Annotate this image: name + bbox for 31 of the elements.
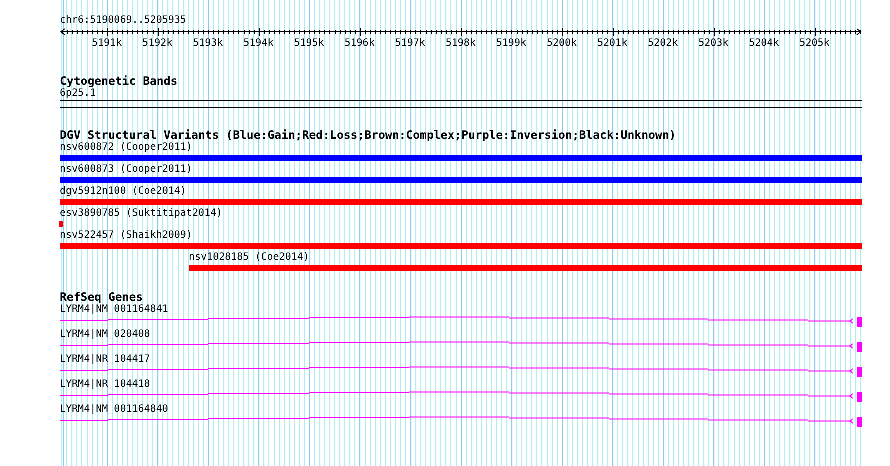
tick-label: 5201k <box>598 38 628 49</box>
tick-label: 5199k <box>496 38 526 49</box>
variant-label: nsv600872 (Cooper2011) <box>60 142 192 154</box>
gene-label: LYRM4|NM_001164840 <box>60 404 168 416</box>
tick-label: 5194k <box>244 38 274 49</box>
track-title: Cytogenetic Bands <box>60 75 178 88</box>
tick-label: 5197k <box>395 38 426 49</box>
location-label: chr6:5190069..5205935 <box>60 15 186 27</box>
tick-label: 5200k <box>546 38 578 49</box>
tick-label: 5195k <box>294 38 324 49</box>
gene-label: LYRM4|NM_020408 <box>60 329 150 341</box>
track-title: RefSeq Genes <box>60 291 144 304</box>
tick-label: 5205k <box>800 38 830 49</box>
tick-label: 5198k <box>446 38 476 49</box>
tick-label: 5196k <box>344 38 375 49</box>
variant-label: nsv600873 (Cooper2011) <box>60 164 192 176</box>
variant-label: nsv1028185 (Coe2014) <box>189 252 310 264</box>
variant-label: nsv522457 (Shaikh2009) <box>60 230 192 242</box>
tick-label: 5192k <box>142 38 173 49</box>
gene-label: LYRM4|NR_104417 <box>60 354 150 366</box>
tick-label: 5204k <box>749 38 780 49</box>
gene-label: LYRM4|NM_001164841 <box>60 304 168 316</box>
tick-label: 5193k <box>193 38 224 49</box>
tick-label: 5202k <box>648 38 678 49</box>
band-label: 6p25.1 <box>60 88 96 100</box>
tick-label: 5203k <box>698 38 729 49</box>
variant-label: dgv5912n100 (Coe2014) <box>60 186 186 198</box>
variant-label: esv3890785 (Suktitipat2014) <box>60 208 223 220</box>
tick-label: 5191k <box>92 38 122 49</box>
track-title: DGV Structural Variants (Blue:Gain;Red:Loss;Brown:Complex;Purple:Inversion;Black:Unknown) <box>60 129 676 142</box>
gene-label: LYRM4|NR_104418 <box>60 379 150 391</box>
